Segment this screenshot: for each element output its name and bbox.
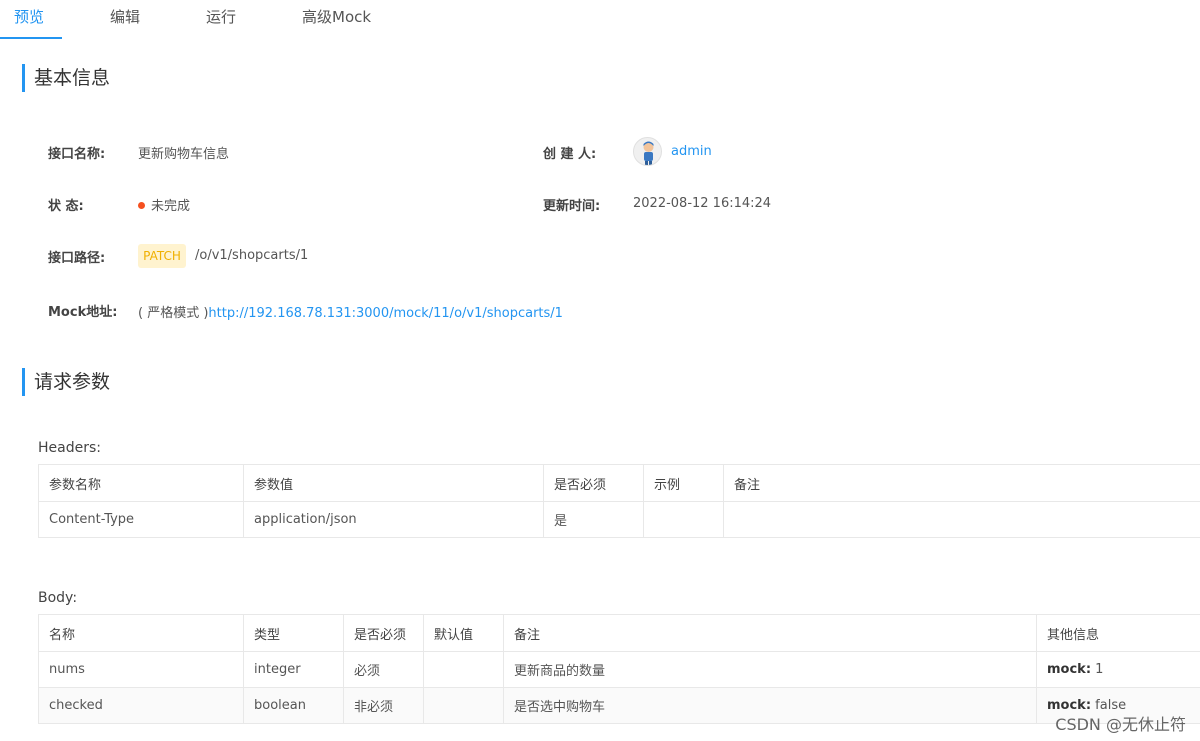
column-header: 默认值 xyxy=(423,614,504,652)
column-header: 备注 xyxy=(723,464,1200,502)
tab-edit[interactable]: 编辑 xyxy=(110,6,140,27)
table-cell xyxy=(643,501,724,538)
column-header: 示例 xyxy=(643,464,724,502)
watermark: CSDN @无休止符 xyxy=(1055,715,1186,734)
mock-key: mock: xyxy=(1047,662,1092,677)
status-dot-icon xyxy=(138,202,145,209)
table-cell: nums xyxy=(38,651,244,688)
status-value: 未完成 xyxy=(138,195,190,214)
table-header-row: 参数名称 参数值 是否必须 示例 备注 xyxy=(38,464,1200,502)
table-cell: integer xyxy=(243,651,344,688)
table-cell: 必须 xyxy=(343,651,424,688)
tab-run[interactable]: 运行 xyxy=(206,6,236,27)
table-cell: 是否选中购物车 xyxy=(503,687,1037,724)
update-time-value: 2022-08-12 16:14:24 xyxy=(633,196,772,211)
tab-advanced-mock[interactable]: 高级Mock xyxy=(302,6,371,27)
creator-label: 创 建 人: xyxy=(543,147,597,162)
headers-title: Headers: xyxy=(38,440,101,456)
tab-preview[interactable]: 预览 xyxy=(14,6,44,27)
table-row: nums integer 必须 更新商品的数量 mock: 1 xyxy=(38,651,1200,688)
table-cell: application/json xyxy=(243,501,544,538)
column-header: 是否必须 xyxy=(343,614,424,652)
creator-link[interactable]: admin xyxy=(671,144,712,159)
column-header: 参数值 xyxy=(243,464,544,502)
active-tab-indicator xyxy=(0,37,62,39)
column-header: 备注 xyxy=(503,614,1037,652)
column-header: 其他信息 xyxy=(1036,614,1200,652)
table-row: Content-Type application/json 是 xyxy=(38,501,1200,538)
table-cell xyxy=(423,651,504,688)
headers-table: 参数名称 参数值 是否必须 示例 备注 Content-Type applica… xyxy=(38,464,1200,538)
table-cell: Content-Type xyxy=(38,501,244,538)
mock-value: 1 xyxy=(1095,662,1104,677)
table-row: checked boolean 非必须 是否选中购物车 mock: false xyxy=(38,687,1200,724)
body-table: 名称 类型 是否必须 默认值 备注 其他信息 nums integer 必须 更… xyxy=(38,614,1200,724)
interface-name-label: 接口名称: xyxy=(48,147,106,162)
table-cell: boolean xyxy=(243,687,344,724)
method-badge: PATCH xyxy=(138,244,186,268)
path-value: /o/v1/shopcarts/1 xyxy=(195,248,309,263)
user-avatar-icon xyxy=(643,141,654,165)
table-cell: 更新商品的数量 xyxy=(503,651,1037,688)
column-header: 类型 xyxy=(243,614,344,652)
status-label: 状 态: xyxy=(48,199,84,214)
table-cell: 是 xyxy=(543,501,644,538)
table-cell xyxy=(423,687,504,724)
avatar[interactable] xyxy=(633,137,662,166)
mock-label: Mock地址: xyxy=(48,305,118,320)
basic-info-title: 基本信息 xyxy=(22,64,110,92)
table-cell: 非必须 xyxy=(343,687,424,724)
table-cell: checked xyxy=(38,687,244,724)
column-header: 是否必须 xyxy=(543,464,644,502)
update-time-label: 更新时间: xyxy=(543,199,601,214)
request-params-title: 请求参数 xyxy=(22,368,110,396)
column-header: 名称 xyxy=(38,614,244,652)
status-text: 未完成 xyxy=(151,199,191,214)
mock-address: ( 严格模式 )http://192.168.78.131:3000/mock/… xyxy=(138,302,563,321)
body-title: Body: xyxy=(38,590,78,606)
mock-mode: ( 严格模式 ) xyxy=(138,306,209,321)
column-header: 参数名称 xyxy=(38,464,244,502)
table-cell xyxy=(723,501,1200,538)
mock-url-link[interactable]: http://192.168.78.131:3000/mock/11/o/v1/… xyxy=(208,306,563,321)
interface-name-value: 更新购物车信息 xyxy=(138,147,230,162)
tab-bar: 预览 编辑 运行 高级Mock xyxy=(0,0,1200,40)
table-header-row: 名称 类型 是否必须 默认值 备注 其他信息 xyxy=(38,614,1200,652)
table-cell: mock: 1 xyxy=(1036,651,1200,688)
path-label: 接口路径: xyxy=(48,251,106,266)
